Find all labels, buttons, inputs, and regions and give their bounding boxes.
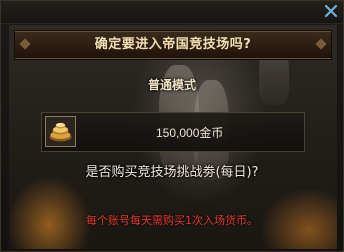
close-button[interactable] (323, 4, 339, 19)
mode-label: 普通模式 (147, 78, 196, 92)
cost-bar: 150,000金币 (41, 112, 305, 152)
item-slot (45, 116, 76, 147)
header-banner: 确定要进入帝国竞技场吗? (15, 31, 331, 59)
gold-cost-value: 150,000金币 (156, 126, 224, 140)
dialog-title: 确定要进入帝国竞技场吗? (94, 37, 252, 52)
dialog-titlebar[interactable] (1, 1, 343, 24)
arena-entry-dialog: 确定要进入帝国竞技场吗? 普通模式 150,000金币 是否购买竞技场挑战劵(每… (0, 0, 344, 252)
close-x-icon (324, 4, 338, 18)
purchase-question: 是否购买竞技场挑战劵(每日)? (85, 165, 259, 180)
gold-coin-pile-icon (46, 117, 75, 146)
purchase-notice: 每个账号每天需购买1次入场货币。 (86, 214, 258, 227)
